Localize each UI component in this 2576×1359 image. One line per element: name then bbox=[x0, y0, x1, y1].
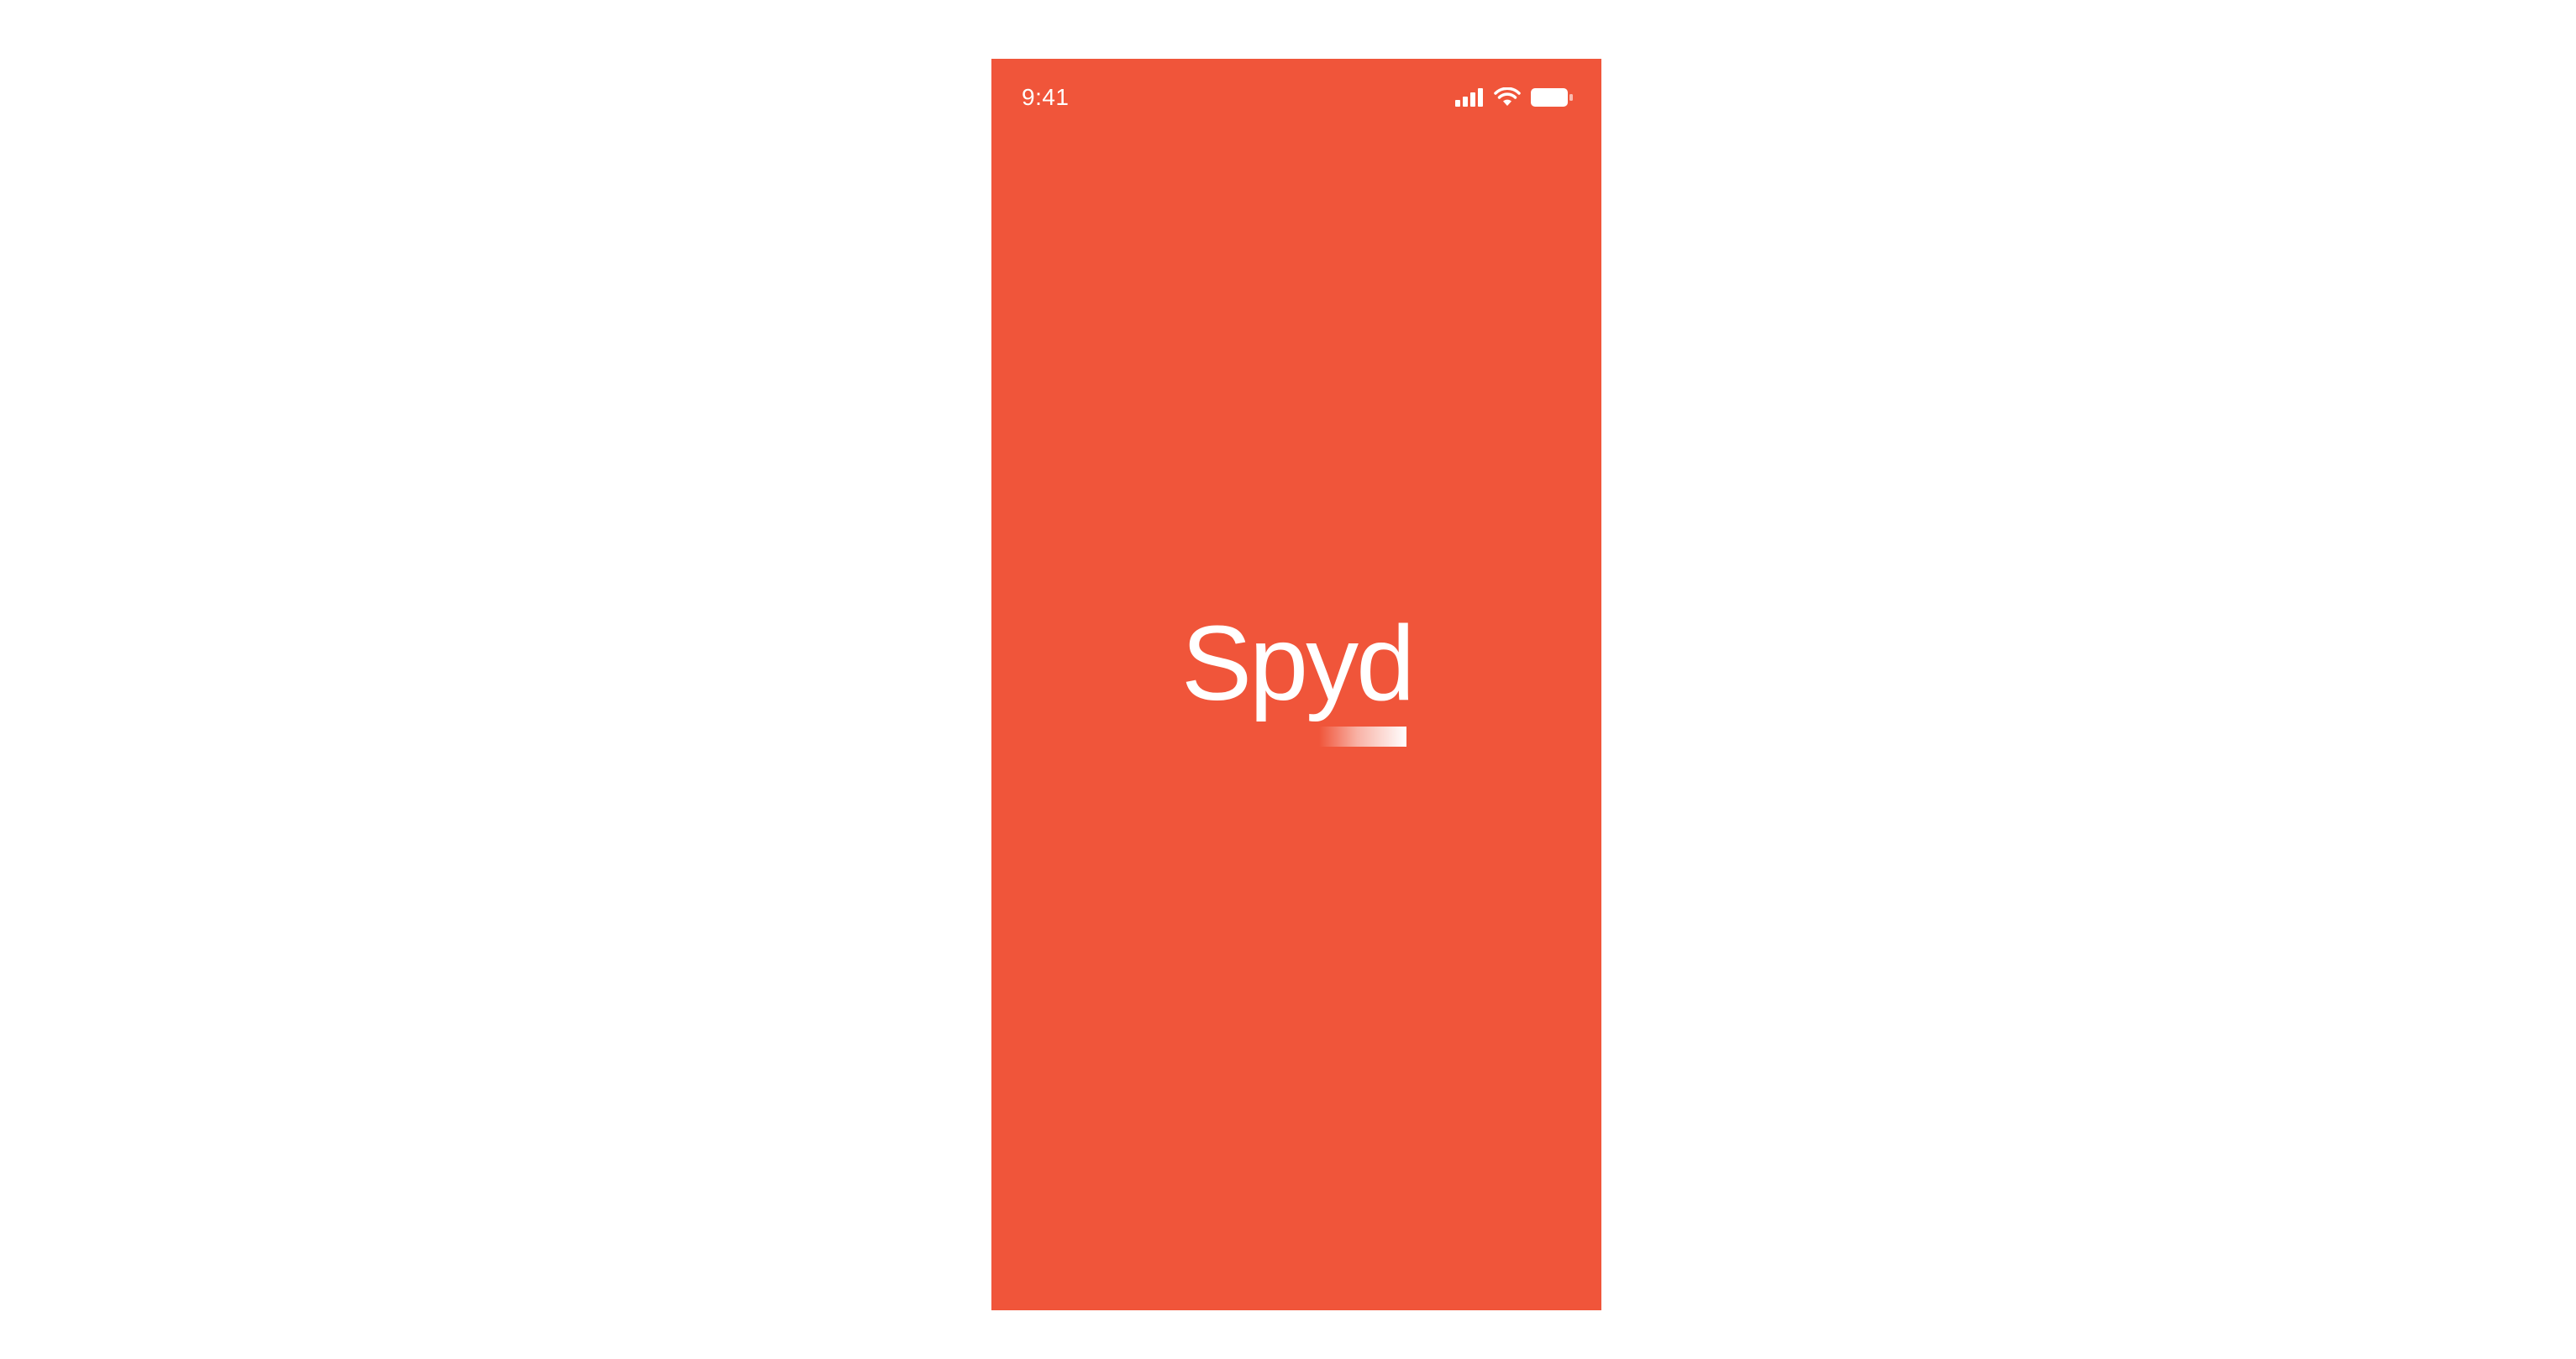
loading-bar bbox=[1319, 727, 1406, 747]
loading-bar-fill bbox=[1319, 727, 1406, 747]
page-canvas: 9:41 Spyd bbox=[0, 0, 2576, 1359]
phone-screen: 9:41 Spyd bbox=[991, 59, 1601, 1310]
splash-screen: Spyd bbox=[991, 59, 1601, 1310]
app-logo-wordmark: Spyd bbox=[1181, 604, 1415, 722]
